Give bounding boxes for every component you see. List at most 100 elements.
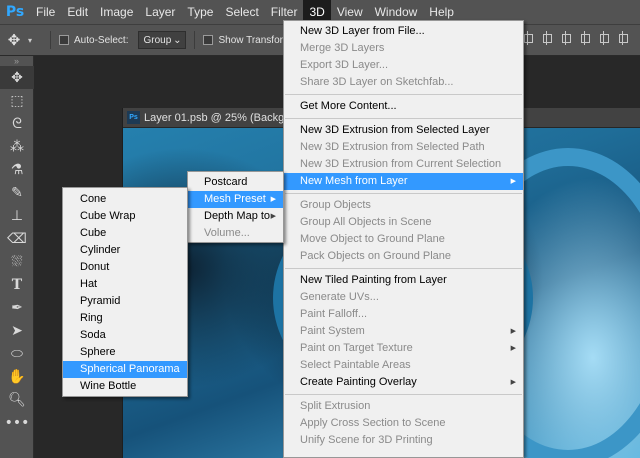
menu-item-sphere[interactable]: Sphere	[63, 344, 187, 361]
menu-item-cube[interactable]: Cube	[63, 225, 187, 242]
menu-item-wine-bottle[interactable]: Wine Bottle	[63, 378, 187, 395]
menu-item-label: Cylinder	[80, 244, 121, 256]
eyedropper-tool-icon[interactable]: ⚗	[0, 158, 34, 181]
menu-item-new-tiled-painting-from-layer[interactable]: New Tiled Painting from Layer	[284, 272, 523, 289]
hand-tool-icon[interactable]: ✋	[0, 365, 34, 388]
align-icons	[523, 31, 628, 45]
submenu-arrow-icon: ▶	[510, 178, 516, 185]
menu-item-label: Merge 3D Layers	[300, 42, 385, 54]
menu-item-new-3d-layer-from-file[interactable]: New 3D Layer from File...	[284, 23, 523, 40]
align-bottom-icon[interactable]	[561, 31, 571, 45]
submenu-arrow-icon: ▶	[510, 379, 516, 386]
menu-item-label: Depth Map to	[204, 210, 271, 222]
menu-item-cone[interactable]: Cone	[63, 191, 187, 208]
menu-item-mesh-preset[interactable]: Mesh Preset ▶	[188, 191, 283, 208]
menu-item-hat[interactable]: Hat	[63, 276, 187, 293]
menu-item-new-mesh-from-layer[interactable]: New Mesh from Layer ▶	[284, 173, 523, 190]
pen-tool-icon[interactable]: ✒	[0, 296, 34, 319]
stamp-tool-icon[interactable]: ⊥	[0, 204, 34, 227]
menu-item-label: Share 3D Layer on Sketchfab...	[300, 76, 454, 88]
auto-select-value: Group	[143, 34, 172, 46]
auto-select-label: Auto-Select:	[74, 34, 129, 46]
menu-item-label: New Tiled Painting from Layer	[300, 274, 447, 286]
menu-item-label: Group All Objects in Scene	[300, 216, 432, 228]
menu-separator	[285, 268, 522, 269]
menu-item-spherical-panorama[interactable]: Spherical Panorama	[63, 361, 187, 378]
menu-item-new-3d-extrusion-from-selected-layer[interactable]: New 3D Extrusion from Selected Layer	[284, 122, 523, 139]
menu-item-donut[interactable]: Donut	[63, 259, 187, 276]
move-icon[interactable]: ✥	[0, 31, 28, 49]
auto-select-dropdown[interactable]: Group ⌄	[138, 31, 187, 49]
new-mesh-submenu: Postcard Mesh Preset ▶ Depth Map to ▶ Volume.…	[187, 171, 284, 243]
menu-item-depth-map-to[interactable]: Depth Map to ▶	[188, 208, 283, 225]
chevron-down-icon: ⌄	[173, 34, 182, 46]
menu-item-get-more-content[interactable]: Get More Content...	[284, 98, 523, 115]
menu-item-label: New 3D Extrusion from Selected Path	[300, 141, 485, 153]
brush-tool-icon[interactable]: ✎	[0, 181, 34, 204]
zoom-tool-icon[interactable]: 🔍︎	[0, 388, 34, 411]
psb-file-icon: Ps	[127, 111, 140, 124]
menu-item-pack-objects-on-ground-plane: Pack Objects on Ground Plane	[284, 248, 523, 265]
align-vcenter-icon[interactable]	[542, 31, 552, 45]
menu-item-new-3d-extrusion-from-current-selection: New 3D Extrusion from Current Selection	[284, 156, 523, 173]
menu-item-label: Wine Bottle	[80, 380, 137, 392]
menu-item-label: Mesh Preset	[204, 193, 266, 205]
align-hcenter-icon[interactable]	[599, 31, 609, 45]
menu-item-label: Export 3D Layer...	[300, 59, 389, 71]
menu-item-label: Volume...	[204, 227, 250, 239]
menu-item-label: Spherical Panorama	[80, 363, 180, 375]
path-select-tool-icon[interactable]: ➤	[0, 319, 34, 342]
menu-item-cube-wrap[interactable]: Cube Wrap	[63, 208, 187, 225]
type-tool-icon[interactable]: T	[0, 273, 34, 296]
menu-item-label: Create Painting Overlay	[300, 376, 417, 388]
menu-item-group-all-objects-in-scene: Group All Objects in Scene	[284, 214, 523, 231]
submenu-arrow-icon: ▶	[270, 196, 276, 203]
menu-item-label: Unify Scene for 3D Printing	[300, 434, 433, 446]
menu-item-create-painting-overlay[interactable]: Create Painting Overlay ▶	[284, 374, 523, 391]
menu-item-label: New 3D Layer from File...	[300, 25, 425, 37]
menu-item-postcard[interactable]: Postcard	[188, 174, 283, 191]
menu-item-label: Soda	[80, 329, 106, 341]
align-right-icon[interactable]	[618, 31, 628, 45]
menu-item-label: Cube Wrap	[80, 210, 136, 222]
menu-item-label: Apply Cross Section to Scene	[300, 417, 446, 429]
menu-item-pyramid[interactable]: Pyramid	[63, 293, 187, 310]
divider	[50, 31, 51, 49]
chevron-down-icon[interactable]: ▾	[28, 36, 42, 45]
menu-item-merge-3d-layers: Merge 3D Layers	[284, 40, 523, 57]
align-top-icon[interactable]	[523, 31, 533, 45]
tools-panel: » ✥ ⬚ ᘓ ⁂ ⚗ ✎ ⊥ ⌫ ⛆ T ✒ ➤ ⬭ ✋ 🔍︎ •••	[0, 56, 34, 458]
mesh-preset-submenu: Cone Cube Wrap Cube Cylinder Donut Hat Pyramid…	[62, 187, 188, 397]
menu-item-select-paintable-areas: Select Paintable Areas	[284, 357, 523, 374]
paint-bucket-tool-icon[interactable]: ⛆	[0, 250, 34, 273]
menu-item-ring[interactable]: Ring	[63, 310, 187, 327]
menu-type[interactable]: Type	[181, 0, 219, 24]
auto-select-checkbox[interactable]	[59, 35, 69, 45]
menu-select[interactable]: Select	[219, 0, 264, 24]
menu-3d-dropdown: New 3D Layer from File... Merge 3D Layers…	[283, 20, 524, 458]
lasso-tool-icon[interactable]: ᘓ	[0, 112, 34, 135]
eraser-tool-icon[interactable]: ⌫	[0, 227, 34, 250]
menu-item-move-object-to-ground-plane: Move Object to Ground Plane	[284, 231, 523, 248]
more-tools-icon[interactable]: •••	[0, 411, 34, 434]
shape-tool-icon[interactable]: ⬭	[0, 342, 34, 365]
menu-item-share-3d-layer-on-sketchfab: Share 3D Layer on Sketchfab...	[284, 74, 523, 91]
move-tool-icon[interactable]: ✥	[0, 66, 34, 89]
menu-item-label: Hat	[80, 278, 98, 290]
menu-item-cylinder[interactable]: Cylinder	[63, 242, 187, 259]
menu-item-soda[interactable]: Soda	[63, 327, 187, 344]
menu-file[interactable]: File	[30, 0, 61, 24]
menu-edit[interactable]: Edit	[61, 0, 94, 24]
menu-layer[interactable]: Layer	[139, 0, 181, 24]
divider	[194, 31, 196, 49]
menu-item-label: New 3D Extrusion from Selected Layer	[300, 124, 490, 136]
panel-grip-icon[interactable]: »	[0, 56, 33, 66]
show-transform-checkbox[interactable]	[203, 35, 214, 45]
menu-item-label: Paint on Target Texture	[300, 342, 413, 354]
marquee-tool-icon[interactable]: ⬚	[0, 89, 34, 112]
menu-image[interactable]: Image	[94, 0, 139, 24]
magic-wand-tool-icon[interactable]: ⁂	[0, 135, 34, 158]
align-left-icon[interactable]	[580, 31, 590, 45]
submenu-arrow-icon: ▶	[270, 213, 276, 220]
menu-item-generate-uvs: Generate UVs...	[284, 289, 523, 306]
